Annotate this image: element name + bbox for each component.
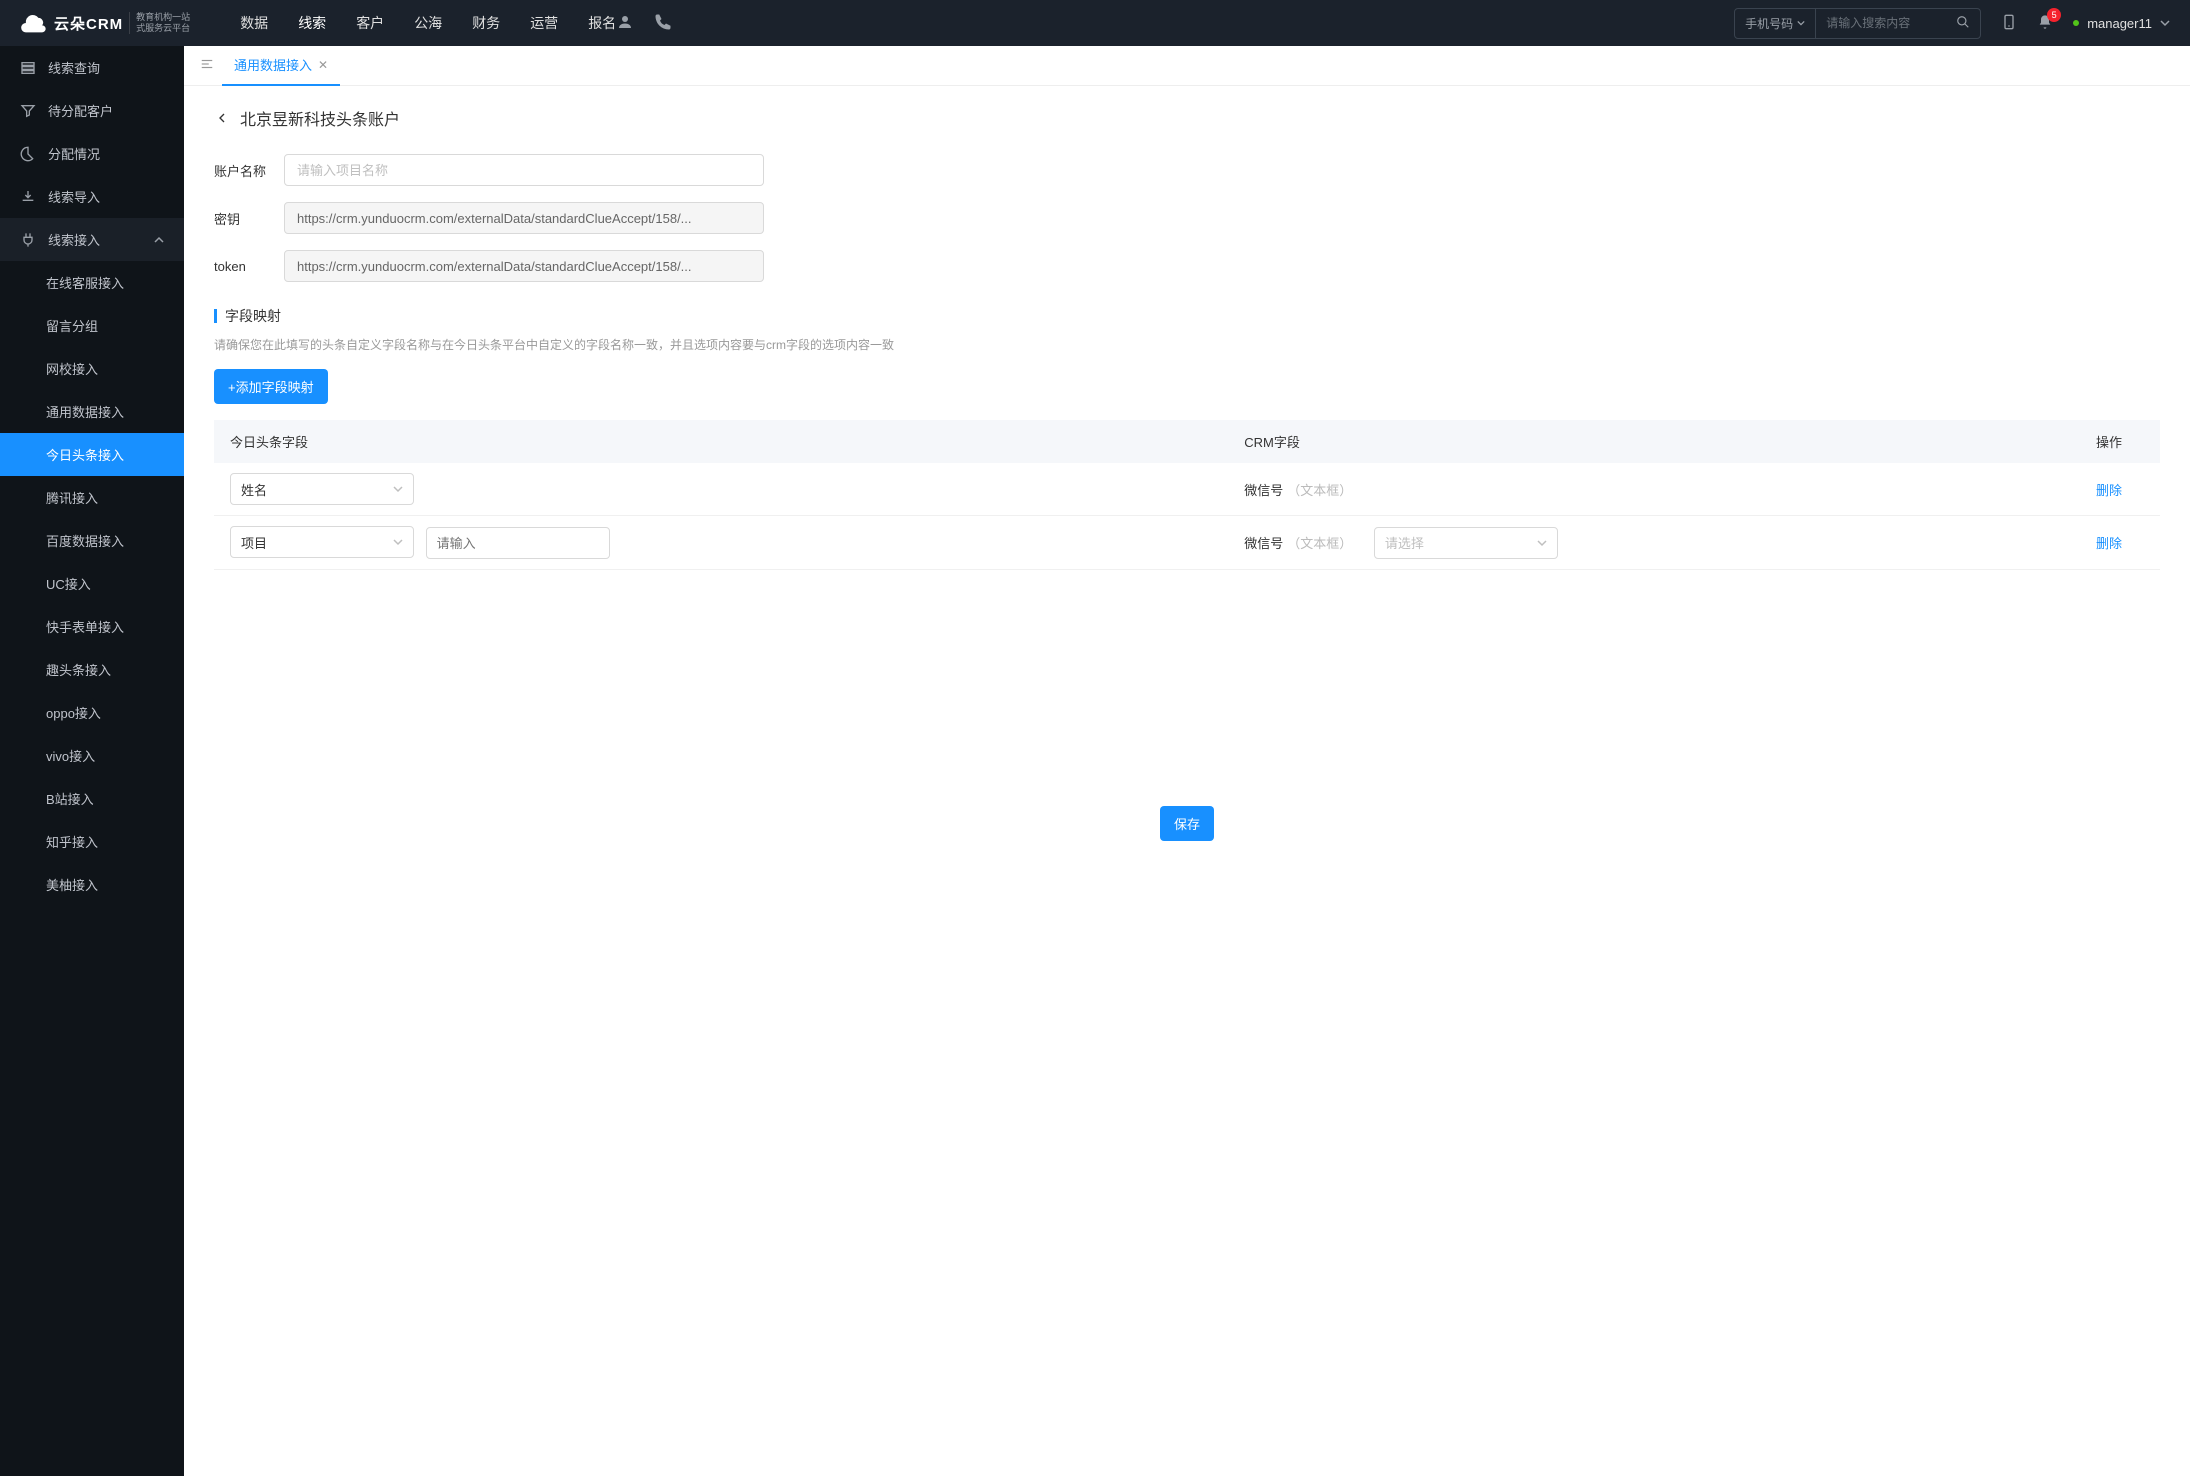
- col-crm-field: CRM字段: [1228, 420, 2080, 463]
- section-title-mapping: 字段映射: [214, 306, 2160, 326]
- tab-close-icon[interactable]: ✕: [318, 58, 328, 72]
- sidebar-item[interactable]: 线索查询: [0, 46, 184, 89]
- sidebar-subitem[interactable]: 通用数据接入: [0, 390, 184, 433]
- sidebar-item[interactable]: 分配情况: [0, 132, 184, 175]
- sidebar-subitem[interactable]: 快手表单接入: [0, 605, 184, 648]
- chevron-down-icon: [393, 484, 403, 494]
- notification-icon[interactable]: 5: [2037, 14, 2053, 33]
- logo-text: 云朵CRM: [54, 13, 123, 34]
- delete-link[interactable]: 删除: [2096, 536, 2122, 551]
- sidebar-subitem[interactable]: 网校接入: [0, 347, 184, 390]
- sidebar-subitem[interactable]: 百度数据接入: [0, 519, 184, 562]
- main-nav: 数据线索客户公海财务运营报名: [240, 1, 616, 45]
- tab-item[interactable]: 通用数据接入 ✕: [222, 46, 340, 86]
- search-icon: [1956, 15, 1970, 29]
- sidebar-item[interactable]: 线索导入: [0, 175, 184, 218]
- input-account-name[interactable]: [284, 154, 764, 186]
- page-title: 北京昱新科技头条账户: [214, 106, 2160, 130]
- list-icon: [20, 60, 36, 76]
- section-bar: [214, 309, 217, 323]
- toutiao-field-select[interactable]: 项目: [230, 526, 414, 558]
- save-button[interactable]: 保存: [1160, 806, 1214, 841]
- form-row-name: 账户名称: [214, 154, 2160, 186]
- nav-item[interactable]: 数据: [240, 1, 268, 45]
- sidebar-subitem[interactable]: 腾讯接入: [0, 476, 184, 519]
- sidebar-item[interactable]: 待分配客户: [0, 89, 184, 132]
- chevron-down-icon: [1797, 19, 1805, 27]
- search-type-select[interactable]: 手机号码: [1735, 9, 1816, 38]
- main-content: 通用数据接入 ✕ 北京昱新科技头条账户 账户名称 密钥 token: [184, 46, 2190, 1476]
- tabs-collapse-icon[interactable]: [196, 53, 218, 78]
- form-row-secret: 密钥: [214, 202, 2160, 234]
- search-input[interactable]: [1816, 10, 1946, 36]
- search-button[interactable]: [1946, 9, 1980, 38]
- sidebar-subitem[interactable]: 留言分组: [0, 304, 184, 347]
- crm-field-display: 微信号 （文本框）: [1244, 480, 1352, 499]
- sidebar-subitem[interactable]: oppo接入: [0, 691, 184, 734]
- sidebar-item[interactable]: 线索接入: [0, 218, 184, 261]
- logo: 云朵CRM 教育机构一站 式服务云平台: [20, 9, 190, 37]
- chevron-down-icon: [2160, 18, 2170, 28]
- input-secret[interactable]: [284, 202, 764, 234]
- sidebar-subitem[interactable]: B站接入: [0, 777, 184, 820]
- export-icon: [20, 189, 36, 205]
- sidebar: 线索查询待分配客户分配情况线索导入线索接入在线客服接入留言分组网校接入通用数据接…: [0, 46, 184, 1476]
- status-dot: [2073, 20, 2079, 26]
- table-row: 姓名 微信号 （文本框） 删除: [214, 463, 2160, 516]
- page-content: 北京昱新科技头条账户 账户名称 密钥 token 字段映射 请确保您在此填写的头…: [184, 86, 2190, 1476]
- nav-item[interactable]: 财务: [472, 1, 500, 45]
- delete-link[interactable]: 删除: [2096, 483, 2122, 498]
- nav-item[interactable]: 线索: [298, 1, 326, 45]
- crm-field-display: 微信号 （文本框）: [1244, 533, 1352, 552]
- sidebar-subitem[interactable]: 知乎接入: [0, 820, 184, 863]
- username: manager11: [2087, 16, 2152, 31]
- logo-subtitle: 教育机构一站 式服务云平台: [129, 12, 190, 34]
- chevron-down-icon: [393, 537, 403, 547]
- crm-field-select[interactable]: 请选择: [1374, 527, 1558, 559]
- nav-item[interactable]: 报名: [588, 1, 616, 45]
- footer-bar: 保存: [214, 790, 2160, 857]
- toutiao-field-input[interactable]: [426, 527, 610, 559]
- sidebar-subitem[interactable]: 今日头条接入: [0, 433, 184, 476]
- chevron-down-icon: [1537, 538, 1547, 548]
- label-secret: 密钥: [214, 209, 284, 228]
- nav-item[interactable]: 客户: [356, 1, 384, 45]
- user-add-icon[interactable]: [616, 13, 634, 34]
- sidebar-subitem[interactable]: 美柚接入: [0, 863, 184, 906]
- form-row-token: token: [214, 250, 2160, 282]
- section-description: 请确保您在此填写的头条自定义字段名称与在今日头条平台中自定义的字段名称一致，并且…: [214, 336, 2160, 353]
- label-token: token: [214, 259, 284, 274]
- nav-item[interactable]: 公海: [414, 1, 442, 45]
- pie-icon: [20, 146, 36, 162]
- toutiao-field-select[interactable]: 姓名: [230, 473, 414, 505]
- add-mapping-button[interactable]: +添加字段映射: [214, 369, 328, 404]
- notification-badge: 5: [2047, 8, 2061, 22]
- col-actions: 操作: [2080, 420, 2160, 463]
- tabs-bar: 通用数据接入 ✕: [184, 46, 2190, 86]
- mobile-icon[interactable]: [2001, 14, 2017, 33]
- filter-icon: [20, 103, 36, 119]
- back-icon[interactable]: [214, 110, 230, 126]
- phone-icon[interactable]: [654, 13, 672, 34]
- table-row: 项目 微信号 （文本框） 请选择: [214, 516, 2160, 570]
- input-token[interactable]: [284, 250, 764, 282]
- col-toutiao-field: 今日头条字段: [214, 420, 1228, 463]
- sidebar-subitem[interactable]: vivo接入: [0, 734, 184, 777]
- search-container: 手机号码: [1734, 8, 1981, 39]
- user-menu[interactable]: manager11: [2073, 16, 2170, 31]
- sidebar-subitem[interactable]: UC接入: [0, 562, 184, 605]
- plug-icon: [20, 232, 36, 248]
- label-account-name: 账户名称: [214, 161, 284, 180]
- header-right: 手机号码 5 manager11: [1734, 8, 2170, 39]
- nav-item[interactable]: 运营: [530, 1, 558, 45]
- header: 云朵CRM 教育机构一站 式服务云平台 数据线索客户公海财务运营报名 手机号码 …: [0, 0, 2190, 46]
- sidebar-subitem[interactable]: 趣头条接入: [0, 648, 184, 691]
- chevron-up-icon: [154, 235, 164, 245]
- sidebar-subitem[interactable]: 在线客服接入: [0, 261, 184, 304]
- cloud-icon: [20, 9, 48, 37]
- mapping-table: 今日头条字段 CRM字段 操作 姓名: [214, 420, 2160, 570]
